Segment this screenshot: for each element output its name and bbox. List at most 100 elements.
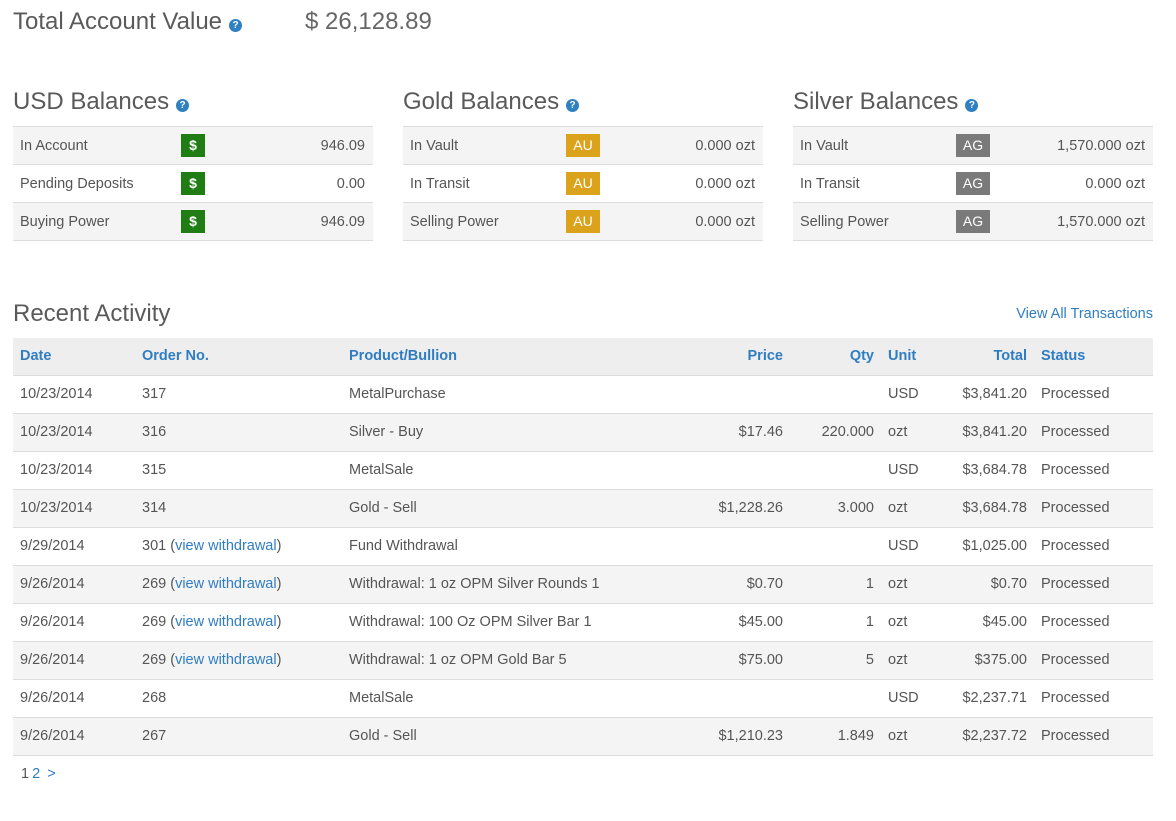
column-header-order-no[interactable]: Order No.	[135, 338, 342, 376]
cell-order-no: 301 (view withdrawal)	[135, 527, 342, 566]
cell-price	[649, 679, 790, 718]
gold-row-in-vault: In Vault AU 0.000 ozt	[403, 127, 763, 165]
activity-table: Date Order No. Product/Bullion Price Qty…	[13, 338, 1153, 756]
cell-status: Processed	[1034, 451, 1153, 490]
gold-balances-title: Gold Balances ?	[403, 88, 580, 116]
cell-order-no: 316	[135, 413, 342, 452]
cell-price	[649, 451, 790, 490]
pagination: 12 >	[21, 766, 59, 782]
cell-qty	[790, 679, 881, 718]
view-withdrawal-link[interactable]: view withdrawal	[175, 614, 277, 630]
table-row: 9/26/2014 269 (view withdrawal) Withdrawal…	[13, 603, 1153, 642]
order-number: 269	[142, 652, 167, 668]
total-account-value-label: Total Account Value	[13, 8, 223, 35]
silver-row-in-transit: In Transit AG 0.000 ozt	[793, 165, 1153, 203]
page-2-link[interactable]: 2	[32, 766, 40, 782]
usd-balances-table: In Account $ 946.09 Pending Deposits $ 0…	[13, 126, 373, 241]
help-icon[interactable]: ?	[176, 98, 190, 112]
cell-qty: 1.849	[790, 717, 881, 756]
balance-value: 0.000 ozt	[695, 137, 755, 154]
cell-date: 9/26/2014	[13, 641, 135, 680]
cell-price: $1,228.26	[649, 489, 790, 528]
order-number: 269	[142, 576, 167, 592]
cell-unit: ozt	[881, 603, 941, 642]
order-number: 317	[142, 386, 167, 402]
gold-row-selling-power: Selling Power AU 0.000 ozt	[403, 203, 763, 241]
view-withdrawal-link[interactable]: view withdrawal	[175, 652, 277, 668]
cell-price	[649, 527, 790, 566]
cell-total: $375.00	[941, 641, 1034, 680]
cell-unit: ozt	[881, 413, 941, 452]
column-header-price[interactable]: Price	[649, 338, 790, 376]
cell-qty: 1	[790, 565, 881, 604]
cell-order-no: 317	[135, 375, 342, 414]
cell-product: MetalPurchase	[342, 375, 649, 414]
silver-balances-title: Silver Balances ?	[793, 88, 979, 116]
cell-unit: USD	[881, 679, 941, 718]
page-current: 1	[21, 766, 30, 782]
order-number: 268	[142, 690, 167, 706]
cell-total: $3,684.78	[941, 489, 1034, 528]
column-header-qty[interactable]: Qty	[790, 338, 881, 376]
table-row: 9/26/2014 268 MetalSale USD $2,237.71 Process…	[13, 679, 1153, 718]
view-withdrawal-link[interactable]: view withdrawal	[175, 576, 277, 592]
table-row: 9/29/2014 301 (view withdrawal) Fund Withd…	[13, 527, 1153, 566]
cell-price: $17.46	[649, 413, 790, 452]
cell-order-no: 315	[135, 451, 342, 490]
cell-date: 9/29/2014	[13, 527, 135, 566]
cell-price: $1,210.23	[649, 717, 790, 756]
help-icon[interactable]: ?	[229, 18, 243, 32]
gold-balances-table: In Vault AU 0.000 ozt In Transit AU 0.00…	[403, 126, 763, 241]
gold-row-in-transit: In Transit AU 0.000 ozt	[403, 165, 763, 203]
order-number: 315	[142, 462, 167, 478]
cell-unit: USD	[881, 451, 941, 490]
column-header-status[interactable]: Status	[1034, 338, 1153, 376]
ag-badge: AG	[956, 210, 990, 233]
balance-label: In Transit	[800, 175, 860, 192]
balance-value: 946.09	[320, 213, 365, 230]
order-number: 267	[142, 728, 167, 744]
cell-order-no: 269 (view withdrawal)	[135, 603, 342, 642]
cell-product: Silver - Buy	[342, 413, 649, 452]
balance-value: 1,570.000 ozt	[1057, 137, 1145, 154]
usd-badge: $	[181, 172, 205, 195]
help-icon[interactable]: ?	[566, 98, 580, 112]
order-number: 269	[142, 614, 167, 630]
help-icon[interactable]: ?	[965, 98, 979, 112]
cell-qty: 3.000	[790, 489, 881, 528]
cell-status: Processed	[1034, 679, 1153, 718]
cell-order-no: 269 (view withdrawal)	[135, 641, 342, 680]
usd-badge: $	[181, 134, 205, 157]
balance-label: Selling Power	[410, 213, 499, 230]
ag-badge: AG	[956, 134, 990, 157]
silver-balances-label: Silver Balances	[793, 88, 959, 115]
cell-date: 9/26/2014	[13, 603, 135, 642]
view-withdrawal-link[interactable]: view withdrawal	[175, 538, 277, 554]
cell-qty	[790, 527, 881, 566]
total-account-value: $ 26,128.89	[305, 8, 432, 35]
column-header-product[interactable]: Product/Bullion	[342, 338, 649, 376]
cell-qty: 5	[790, 641, 881, 680]
cell-product: MetalSale	[342, 451, 649, 490]
table-header-row: Date Order No. Product/Bullion Price Qty…	[13, 338, 1153, 376]
usd-badge: $	[181, 210, 205, 233]
balance-label: Pending Deposits	[20, 175, 134, 192]
au-badge: AU	[566, 210, 600, 233]
next-page-arrow[interactable]: >	[47, 766, 55, 782]
balance-label: In Transit	[410, 175, 470, 192]
balance-label: In Vault	[410, 137, 459, 154]
cell-price: $0.70	[649, 565, 790, 604]
cell-date: 10/23/2014	[13, 375, 135, 414]
cell-qty: 220.000	[790, 413, 881, 452]
cell-unit: ozt	[881, 717, 941, 756]
cell-date: 9/26/2014	[13, 717, 135, 756]
cell-total: $3,841.20	[941, 413, 1034, 452]
column-header-date[interactable]: Date	[13, 338, 135, 376]
column-header-total[interactable]: Total	[941, 338, 1034, 376]
view-all-transactions-link[interactable]: View All Transactions	[1016, 306, 1153, 322]
cell-order-no: 269 (view withdrawal)	[135, 565, 342, 604]
usd-balances-label: USD Balances	[13, 88, 170, 115]
cell-total: $2,237.72	[941, 717, 1034, 756]
cell-product: Withdrawal: 1 oz OPM Gold Bar 5	[342, 641, 649, 680]
column-header-unit[interactable]: Unit	[881, 338, 941, 376]
